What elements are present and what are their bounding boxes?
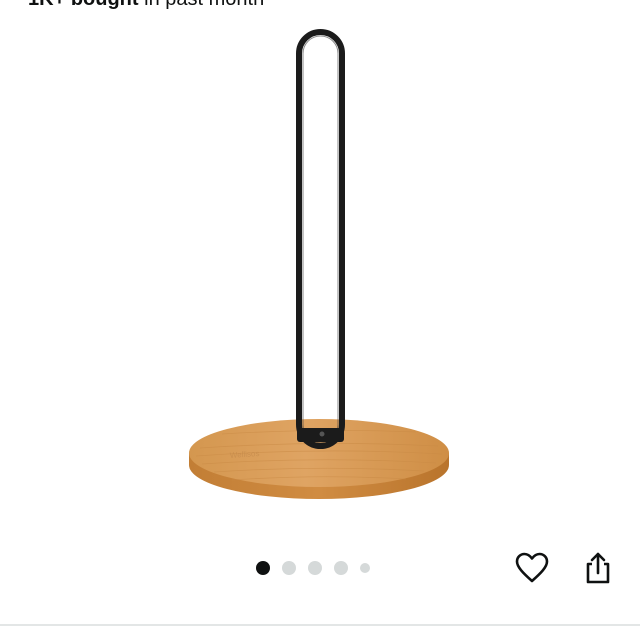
purchase-period: in past month bbox=[144, 0, 264, 10]
carousel-dot-2[interactable] bbox=[282, 561, 296, 575]
section-divider bbox=[0, 624, 640, 626]
carousel-dot-4[interactable] bbox=[334, 561, 348, 575]
product-detail-page: Wellisos 1K+ bought in past month bbox=[0, 0, 640, 640]
image-carousel-indicator bbox=[256, 556, 370, 580]
purchase-count: 1K+ bbox=[28, 0, 65, 10]
favorite-button[interactable] bbox=[512, 548, 552, 588]
carousel-dot-5[interactable] bbox=[360, 563, 370, 573]
share-icon bbox=[586, 552, 610, 584]
heart-icon bbox=[515, 552, 549, 583]
bought-label: bought bbox=[71, 0, 139, 10]
carousel-dot-3[interactable] bbox=[308, 561, 322, 575]
share-button[interactable] bbox=[578, 548, 618, 588]
bought-in-past-month: 1K+ bought in past month bbox=[28, 0, 264, 10]
product-image[interactable]: Wellisos bbox=[0, 0, 640, 545]
metal-loop bbox=[296, 29, 345, 449]
carousel-dot-1[interactable] bbox=[256, 561, 270, 575]
